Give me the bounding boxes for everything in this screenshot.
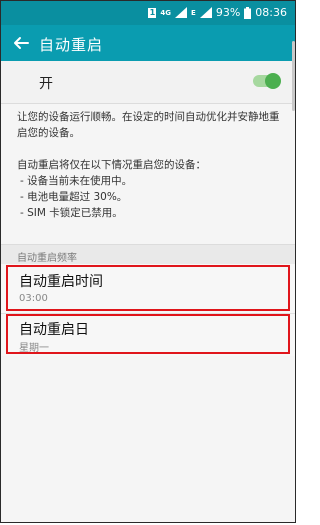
- master-switch-row[interactable]: 开: [1, 61, 295, 104]
- status-bar: 1 4G E 93% 08:36: [1, 1, 295, 25]
- section-header: 自动重启频率: [1, 244, 295, 265]
- screen-frame: 1 4G E 93% 08:36 自动重启 开 让您的设备运行顺畅。在设定的时间…: [0, 0, 296, 523]
- network-type-label: 4G: [160, 8, 172, 17]
- page-title: 自动重启: [39, 36, 104, 54]
- app-header: 自动重启: [1, 25, 295, 61]
- restart-day-title: 自动重启日: [19, 322, 89, 338]
- master-switch-label: 开: [39, 76, 53, 92]
- condition-item: - 电池电量超过 30%。: [20, 191, 128, 203]
- restart-time-row[interactable]: 自动重启时间 03:00: [1, 264, 295, 314]
- status-clock: 08:36: [255, 6, 287, 19]
- toggle-knob: [265, 73, 281, 89]
- section-label: 自动重启频率: [17, 253, 77, 264]
- conditions-title: 自动重启将仅在以下情况重启您的设备：: [17, 159, 206, 171]
- description-intro: 让您的设备运行顺畅。在设定的时间自动优化并安静地重启您的设备。: [17, 111, 280, 139]
- highlight-box: 自动重启日 星期一: [6, 314, 290, 354]
- highlight-box: 自动重启时间 03:00: [6, 265, 290, 311]
- battery-icon: [244, 6, 252, 19]
- data-type-label: E: [191, 8, 196, 17]
- condition-item: - SIM 卡锁定已禁用。: [20, 207, 123, 219]
- feature-description: 让您的设备运行顺畅。在设定的时间自动优化并安静地重启您的设备。 自动重启将仅在以…: [17, 109, 283, 221]
- battery-percentage: 93%: [215, 6, 241, 19]
- condition-item: - 设备当前未在使用中。: [20, 175, 133, 187]
- back-arrow-icon[interactable]: [11, 33, 31, 53]
- scroll-indicator: [292, 41, 295, 111]
- master-toggle[interactable]: [253, 73, 281, 89]
- signal-icon: [175, 7, 188, 18]
- restart-time-value: 03:00: [19, 293, 48, 304]
- sim-icon: 1: [148, 7, 157, 18]
- restart-day-row[interactable]: 自动重启日 星期一: [1, 314, 295, 356]
- signal-icon: [199, 7, 212, 18]
- restart-time-title: 自动重启时间: [19, 274, 103, 290]
- empty-content-area: [1, 356, 295, 522]
- status-icons: 1 4G E 93% 08:36: [148, 6, 287, 19]
- restart-day-value: 星期一: [19, 343, 49, 354]
